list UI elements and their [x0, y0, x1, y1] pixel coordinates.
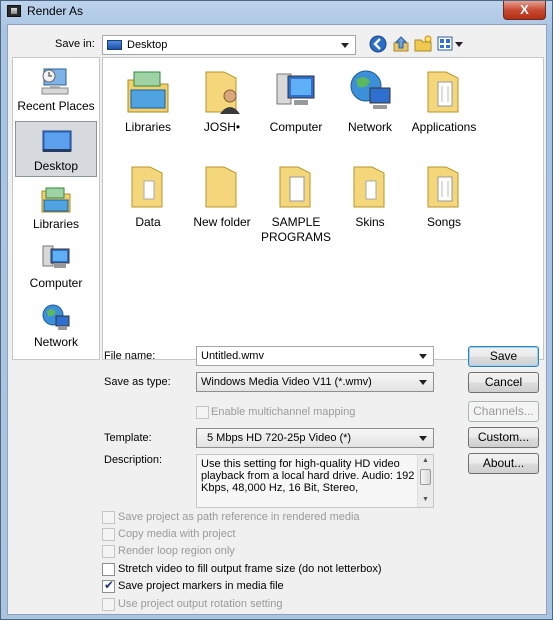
save-in-label: Save in: — [55, 38, 95, 50]
file-name-input[interactable]: Untitled.wmv — [196, 346, 434, 366]
template-value: 5 Mbps HD 720-25p Video (*) — [207, 432, 352, 444]
dialog-client: Save in: Desktop Recent Places Desktop L… — [7, 24, 547, 615]
place-recent-places[interactable]: Recent Places — [15, 62, 97, 118]
description-scrollbar[interactable]: ▲ ▼ — [417, 455, 433, 507]
computer-icon — [276, 73, 315, 105]
file-label: Applications — [411, 120, 477, 134]
computer-icon — [42, 245, 70, 268]
rotation-setting-label: Use project output rotation setting — [118, 598, 283, 610]
multichannel-label: Enable multichannel mapping — [211, 406, 356, 418]
save-as-type-value: Windows Media Video V11 (*.wmv) — [201, 376, 372, 388]
desktop-icon — [42, 130, 72, 152]
multichannel-checkbox[interactable] — [196, 406, 209, 419]
folder-icon — [427, 71, 459, 113]
loop-region-checkbox[interactable] — [102, 545, 115, 558]
checkmark-icon: ✔ — [104, 578, 115, 592]
folder-icon — [205, 166, 237, 208]
path-reference-checkbox[interactable] — [102, 511, 115, 524]
channels-button[interactable]: Channels... — [468, 401, 539, 422]
folder-icon — [279, 166, 311, 208]
desktop-icon — [107, 40, 122, 50]
save-in-value: Desktop — [127, 39, 168, 51]
folder-icon — [131, 166, 163, 208]
file-name-value: Untitled.wmv — [201, 350, 264, 362]
description-box[interactable]: Use this setting for high-quality HD vid… — [196, 454, 434, 508]
scroll-thumb[interactable] — [420, 469, 431, 485]
save-as-type-dropdown[interactable]: Windows Media Video V11 (*.wmv) — [196, 372, 434, 392]
custom-button[interactable]: Custom... — [468, 427, 539, 448]
place-label: Computer — [29, 276, 83, 290]
scroll-down-icon[interactable]: ▼ — [422, 496, 429, 503]
place-label: Recent Places — [17, 99, 95, 113]
place-desktop[interactable]: Desktop — [15, 121, 97, 177]
network-icon — [42, 304, 70, 330]
place-network[interactable]: Network — [15, 298, 97, 354]
libraries-icon — [127, 71, 169, 113]
save-markers-label: Save project markers in media file — [118, 580, 284, 592]
place-label: Libraries — [32, 217, 80, 231]
file-label: Songs — [426, 215, 462, 229]
save-button[interactable]: Save — [468, 346, 539, 367]
place-label: Desktop — [33, 159, 79, 173]
template-dropdown[interactable]: 5 Mbps HD 720-25p Video (*) — [196, 428, 434, 448]
network-icon — [350, 70, 391, 109]
title-bar: Render As X — [1, 1, 552, 23]
recent-places-icon — [41, 68, 69, 95]
window-title: Render As — [27, 4, 84, 18]
copy-media-label: Copy media with project — [118, 528, 236, 540]
chevron-down-icon — [419, 436, 427, 441]
save-as-type-label: Save as type: — [104, 376, 171, 388]
description-label: Description: — [104, 454, 163, 466]
scroll-up-icon[interactable]: ▲ — [422, 457, 429, 464]
back-icon[interactable] — [369, 35, 387, 53]
loop-region-label: Render loop region only — [118, 545, 235, 557]
view-menu-icon[interactable] — [437, 35, 465, 53]
places-bar: Recent Places Desktop Libraries Computer… — [12, 57, 100, 360]
chevron-down-icon — [419, 380, 427, 385]
path-reference-label: Save project as path reference in render… — [118, 511, 360, 523]
libraries-icon — [41, 187, 71, 213]
file-view: Libraries JOSH• Computer Network Applica… — [102, 57, 544, 360]
chevron-down-icon — [419, 354, 427, 359]
app-icon — [7, 5, 21, 17]
place-computer[interactable]: Computer — [15, 239, 97, 295]
cancel-button[interactable]: Cancel — [468, 372, 539, 393]
save-in-dropdown[interactable]: Desktop — [102, 35, 356, 55]
chevron-down-icon — [341, 43, 349, 48]
place-label: Network — [33, 335, 78, 349]
folder-icon — [427, 166, 459, 208]
save-markers-checkbox[interactable]: ✔ — [102, 578, 115, 593]
template-label: Template: — [104, 432, 152, 444]
new-folder-icon[interactable] — [414, 35, 432, 53]
rotation-setting-checkbox[interactable] — [102, 598, 115, 611]
place-libraries[interactable]: Libraries — [15, 180, 97, 236]
user-folder-icon — [205, 71, 240, 114]
up-folder-icon[interactable] — [392, 35, 410, 53]
about-button[interactable]: About... — [468, 453, 539, 474]
file-name-label: File name: — [104, 350, 156, 362]
stretch-video-checkbox[interactable] — [102, 563, 115, 576]
close-button[interactable]: X — [503, 1, 546, 20]
render-as-dialog: Render As X Save in: Desktop Recent Plac… — [0, 0, 553, 620]
folder-icon — [353, 166, 385, 208]
stretch-video-label: Stretch video to fill output frame size … — [118, 563, 382, 575]
description-text: Use this setting for high-quality HD vid… — [201, 458, 415, 494]
copy-media-checkbox[interactable] — [102, 528, 115, 541]
